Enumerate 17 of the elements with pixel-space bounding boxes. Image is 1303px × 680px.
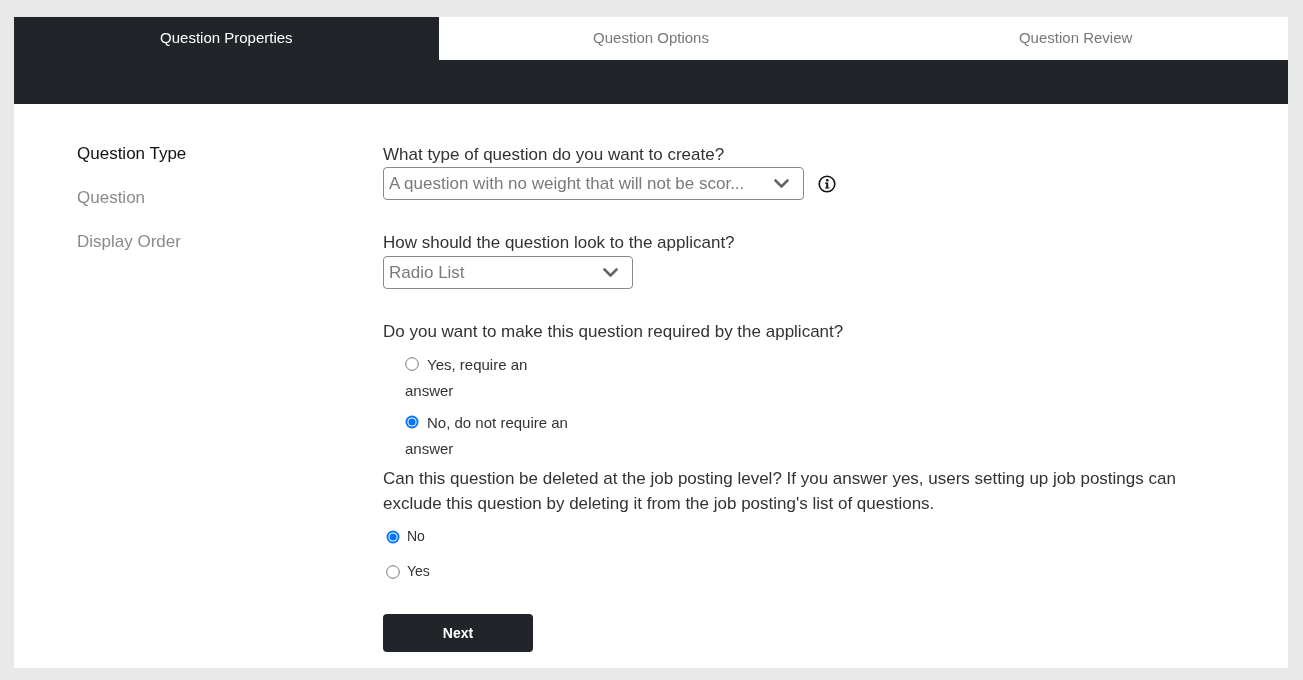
sidebar-item[interactable]: Question xyxy=(77,186,146,210)
field-label: Can this question be deleted at the job posting level? If you answer yes, users setting up job postings can exclude this question by deleting it from the job posting's list of questions. xyxy=(383,468,1177,515)
next-button[interactable]: Next xyxy=(383,614,533,652)
radio-option-label[interactable]: No xyxy=(407,524,425,549)
sidebar-item[interactable]: Display Order xyxy=(77,230,181,254)
sidebar-item[interactable]: Question Type xyxy=(77,142,187,166)
chevron-down-icon xyxy=(774,179,789,188)
select-field[interactable]: A question with no weight that will not be scor... xyxy=(383,167,804,200)
tab[interactable]: Question Properties xyxy=(14,17,439,60)
radio-option[interactable]: Yes, require an answer xyxy=(405,352,575,404)
radio-option-label[interactable]: Yes xyxy=(407,559,430,584)
select-field[interactable]: Radio List xyxy=(383,256,633,289)
field-label: What type of question do you want to create? xyxy=(383,144,725,166)
field-label: Do you want to make this question required by the applicant? xyxy=(383,321,844,343)
radio-option[interactable]: No, do not require an answer xyxy=(405,410,575,462)
field-label: How should the question look to the applicant? xyxy=(383,232,735,254)
chevron-down-icon xyxy=(603,268,618,277)
